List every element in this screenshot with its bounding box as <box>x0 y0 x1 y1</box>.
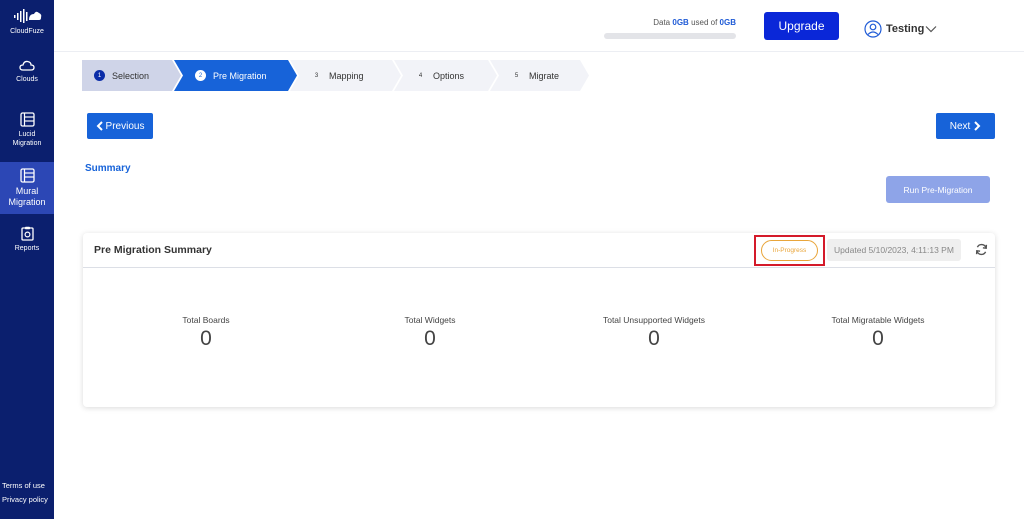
step-selection[interactable]: 1 Selection <box>82 60 182 91</box>
user-menu[interactable]: Testing <box>864 20 941 38</box>
stat-label: Total Boards <box>182 315 230 325</box>
step-number: 2 <box>195 70 206 81</box>
storage-middle: used of <box>691 18 718 27</box>
sidebar-item-label: Migration <box>12 140 42 147</box>
brand-logo[interactable]: CloudFuze <box>0 8 54 35</box>
step-label: Options <box>433 70 465 81</box>
top-header: Data 0GB used of 0GB Upgrade Testing <box>54 0 1024 52</box>
step-number: 4 <box>418 72 423 79</box>
sidebar-item-label: Migration <box>8 197 46 207</box>
brand-name: CloudFuze <box>10 28 44 35</box>
storage-usage-text: Data 0GB used of 0GB <box>604 18 736 27</box>
sidebar-item-label: Mural <box>15 186 39 196</box>
next-label: Next <box>949 120 971 132</box>
step-label: Mapping <box>329 70 364 81</box>
user-name: Testing <box>886 23 925 35</box>
stat-total-widgets: Total Widgets 0 <box>330 315 530 351</box>
previous-button[interactable]: Previous <box>87 113 153 139</box>
sidebar-item-mural-migration[interactable]: Mural Migration <box>0 162 54 214</box>
sidebar-item-clouds[interactable]: Clouds <box>0 60 54 84</box>
migration-stepper: 1 Selection 2 Pre Migration 3 Mapping 4 … <box>82 60 592 91</box>
chevron-down-icon <box>925 26 937 33</box>
cloud-icon <box>19 60 35 71</box>
refresh-icon <box>975 243 988 256</box>
card-header: Pre Migration Summary In-Progress Update… <box>83 233 995 268</box>
stat-total-unsupported-widgets: Total Unsupported Widgets 0 <box>554 315 754 351</box>
upgrade-button[interactable]: Upgrade <box>764 12 839 40</box>
chevron-right-icon <box>974 121 981 131</box>
summary-heading: Summary <box>85 163 131 174</box>
sidebar-item-label: Lucid <box>18 131 36 138</box>
step-pre-migration[interactable]: 2 Pre Migration <box>174 60 298 91</box>
privacy-link[interactable]: Privacy policy <box>2 495 48 504</box>
stat-value: 0 <box>872 327 884 350</box>
cloudfuze-logo-icon <box>14 9 42 23</box>
step-label: Pre Migration <box>213 70 267 81</box>
step-label: Selection <box>112 70 150 81</box>
storage-prefix: Data <box>653 18 671 27</box>
board-icon <box>19 168 35 183</box>
updated-timestamp: Updated 5/10/2023, 4:11:13 PM <box>827 239 961 261</box>
stat-value: 0 <box>200 327 212 350</box>
run-pre-migration-button[interactable]: Run Pre-Migration <box>886 176 990 203</box>
sidebar-item-reports[interactable]: Reports <box>0 226 54 253</box>
card-title: Pre Migration Summary <box>94 244 212 256</box>
sidebar: CloudFuze Clouds Lucid Migration Mural M… <box>0 0 54 519</box>
refresh-button[interactable] <box>975 243 988 261</box>
sidebar-item-label: Reports <box>14 245 40 252</box>
stat-value: 0 <box>648 327 660 350</box>
step-migrate[interactable]: 5 Migrate <box>490 60 590 91</box>
storage-total: 0GB <box>719 18 736 27</box>
stat-label: Total Unsupported Widgets <box>602 315 706 325</box>
step-number: 3 <box>314 72 319 79</box>
stat-value: 0 <box>424 327 436 350</box>
step-label: Migrate <box>529 70 560 81</box>
chevron-left-icon <box>96 121 103 131</box>
board-icon <box>19 112 35 127</box>
storage-used: 0GB <box>672 18 689 27</box>
step-options[interactable]: 4 Options <box>394 60 498 91</box>
next-button[interactable]: Next <box>936 113 995 139</box>
step-number: 5 <box>514 72 519 79</box>
storage-progress-bar <box>604 33 736 39</box>
sidebar-item-label: Clouds <box>16 76 38 83</box>
status-badge: In-Progress <box>761 240 818 261</box>
user-avatar-icon <box>864 20 882 38</box>
terms-link[interactable]: Terms of use <box>2 481 45 490</box>
stat-total-boards: Total Boards 0 <box>106 315 306 351</box>
report-icon <box>20 226 34 241</box>
sidebar-footer-links: Terms of use Privacy policy <box>2 479 48 507</box>
step-number: 1 <box>94 70 105 81</box>
stat-label: Total Widgets <box>404 315 456 325</box>
sidebar-item-lucid-migration[interactable]: Lucid Migration <box>0 112 54 148</box>
step-mapping[interactable]: 3 Mapping <box>290 60 402 91</box>
stat-total-migratable-widgets: Total Migratable Widgets 0 <box>778 315 978 351</box>
previous-label: Previous <box>105 120 145 132</box>
stat-label: Total Migratable Widgets <box>831 315 925 325</box>
pre-migration-summary-card: Pre Migration Summary In-Progress Update… <box>83 233 995 407</box>
